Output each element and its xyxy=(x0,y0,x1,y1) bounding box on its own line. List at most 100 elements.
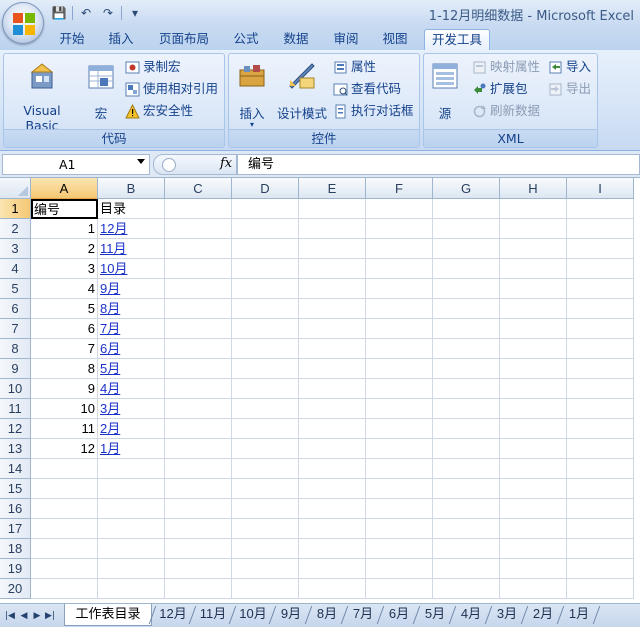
sheet-tab[interactable]: 2月 xyxy=(526,604,560,626)
cell-d12[interactable] xyxy=(232,419,299,439)
cell-g10[interactable] xyxy=(433,379,500,399)
row-header-2[interactable]: 2 xyxy=(0,219,31,239)
column-header-f[interactable]: F xyxy=(366,178,433,199)
cell-f5[interactable] xyxy=(366,279,433,299)
cell-g3[interactable] xyxy=(433,239,500,259)
cell-g4[interactable] xyxy=(433,259,500,279)
cell-h8[interactable] xyxy=(500,339,567,359)
cell-d1[interactable] xyxy=(232,199,299,219)
row-header-20[interactable]: 20 xyxy=(0,579,31,599)
hyperlink-cell-b9[interactable]: 5月 xyxy=(98,359,165,379)
cell-d8[interactable] xyxy=(232,339,299,359)
cell-f10[interactable] xyxy=(366,379,433,399)
cell-d10[interactable] xyxy=(232,379,299,399)
prev-sheet-icon[interactable]: ◀ xyxy=(18,609,30,623)
cell-d11[interactable] xyxy=(232,399,299,419)
cell-h4[interactable] xyxy=(500,259,567,279)
cell-d16[interactable] xyxy=(232,499,299,519)
expansion-packs-button[interactable]: 扩展包 xyxy=(472,80,528,98)
cell-c1[interactable] xyxy=(165,199,232,219)
sheet-tab[interactable]: 7月 xyxy=(346,604,380,626)
cell-i12[interactable] xyxy=(567,419,634,439)
row-header-18[interactable]: 18 xyxy=(0,539,31,559)
cell-h11[interactable] xyxy=(500,399,567,419)
macro-security-button[interactable]: 宏安全性 xyxy=(125,102,193,120)
cell-g18[interactable] xyxy=(433,539,500,559)
cell-c2[interactable] xyxy=(165,219,232,239)
cell-f8[interactable] xyxy=(366,339,433,359)
cell-i20[interactable] xyxy=(567,579,634,599)
hyperlink-cell-b2[interactable]: 12月 xyxy=(98,219,165,239)
row-header-11[interactable]: 11 xyxy=(0,399,31,419)
cell-f7[interactable] xyxy=(366,319,433,339)
cell-e1[interactable] xyxy=(299,199,366,219)
cell-a9[interactable]: 8 xyxy=(31,359,98,379)
undo-icon[interactable]: ↶ xyxy=(77,5,95,21)
cell-g14[interactable] xyxy=(433,459,500,479)
tab-review[interactable]: 审阅 xyxy=(326,29,366,50)
sheet-tab[interactable]: 4月 xyxy=(454,604,488,626)
cell-b1[interactable]: 目录 xyxy=(98,199,165,219)
cell-a7[interactable]: 6 xyxy=(31,319,98,339)
cell-c18[interactable] xyxy=(165,539,232,559)
cell-g9[interactable] xyxy=(433,359,500,379)
sheet-tab[interactable]: 5月 xyxy=(418,604,452,626)
cell-a13[interactable]: 12 xyxy=(31,439,98,459)
expand-formula-icon[interactable] xyxy=(162,158,176,172)
cell-d9[interactable] xyxy=(232,359,299,379)
cell-c7[interactable] xyxy=(165,319,232,339)
cell-i4[interactable] xyxy=(567,259,634,279)
cell-h13[interactable] xyxy=(500,439,567,459)
cell-c11[interactable] xyxy=(165,399,232,419)
cell-c9[interactable] xyxy=(165,359,232,379)
cell-h1[interactable] xyxy=(500,199,567,219)
row-header-3[interactable]: 3 xyxy=(0,239,31,259)
cell-a10[interactable]: 9 xyxy=(31,379,98,399)
cell-a6[interactable]: 5 xyxy=(31,299,98,319)
cell-h12[interactable] xyxy=(500,419,567,439)
cell-h19[interactable] xyxy=(500,559,567,579)
tab-formulas[interactable]: 公式 xyxy=(226,29,266,50)
tab-insert[interactable]: 插入 xyxy=(102,29,140,50)
row-header-15[interactable]: 15 xyxy=(0,479,31,499)
cell-g1[interactable] xyxy=(433,199,500,219)
cell-i6[interactable] xyxy=(567,299,634,319)
column-header-g[interactable]: G xyxy=(433,178,500,199)
hyperlink-cell-b5[interactable]: 9月 xyxy=(98,279,165,299)
cell-g8[interactable] xyxy=(433,339,500,359)
redo-icon[interactable]: ↷ xyxy=(99,5,117,21)
cell-i11[interactable] xyxy=(567,399,634,419)
cell-d5[interactable] xyxy=(232,279,299,299)
cell-h17[interactable] xyxy=(500,519,567,539)
cell-i1[interactable] xyxy=(567,199,634,219)
cell-a19[interactable] xyxy=(31,559,98,579)
export-button[interactable]: 导出 xyxy=(548,80,591,98)
cell-a17[interactable] xyxy=(31,519,98,539)
cell-i15[interactable] xyxy=(567,479,634,499)
sheet-tab[interactable]: 10月 xyxy=(234,604,272,626)
cell-g2[interactable] xyxy=(433,219,500,239)
column-header-b[interactable]: B xyxy=(98,178,165,199)
cell-d13[interactable] xyxy=(232,439,299,459)
cell-f6[interactable] xyxy=(366,299,433,319)
hyperlink-cell-b12[interactable]: 2月 xyxy=(98,419,165,439)
cell-d2[interactable] xyxy=(232,219,299,239)
tab-data[interactable]: 数据 xyxy=(276,29,316,50)
macros-button[interactable]: 宏 xyxy=(84,60,118,122)
cell-i9[interactable] xyxy=(567,359,634,379)
cell-a4[interactable]: 3 xyxy=(31,259,98,279)
cell-e19[interactable] xyxy=(299,559,366,579)
row-header-16[interactable]: 16 xyxy=(0,499,31,519)
cell-b20[interactable] xyxy=(98,579,165,599)
cell-e9[interactable] xyxy=(299,359,366,379)
design-mode-button[interactable]: 设计模式 xyxy=(273,60,331,122)
row-header-7[interactable]: 7 xyxy=(0,319,31,339)
last-sheet-icon[interactable]: ▶| xyxy=(44,609,56,623)
cell-f15[interactable] xyxy=(366,479,433,499)
cell-f16[interactable] xyxy=(366,499,433,519)
cell-e12[interactable] xyxy=(299,419,366,439)
cell-c3[interactable] xyxy=(165,239,232,259)
hyperlink-cell-b11[interactable]: 3月 xyxy=(98,399,165,419)
column-header-c[interactable]: C xyxy=(165,178,232,199)
cell-f18[interactable] xyxy=(366,539,433,559)
